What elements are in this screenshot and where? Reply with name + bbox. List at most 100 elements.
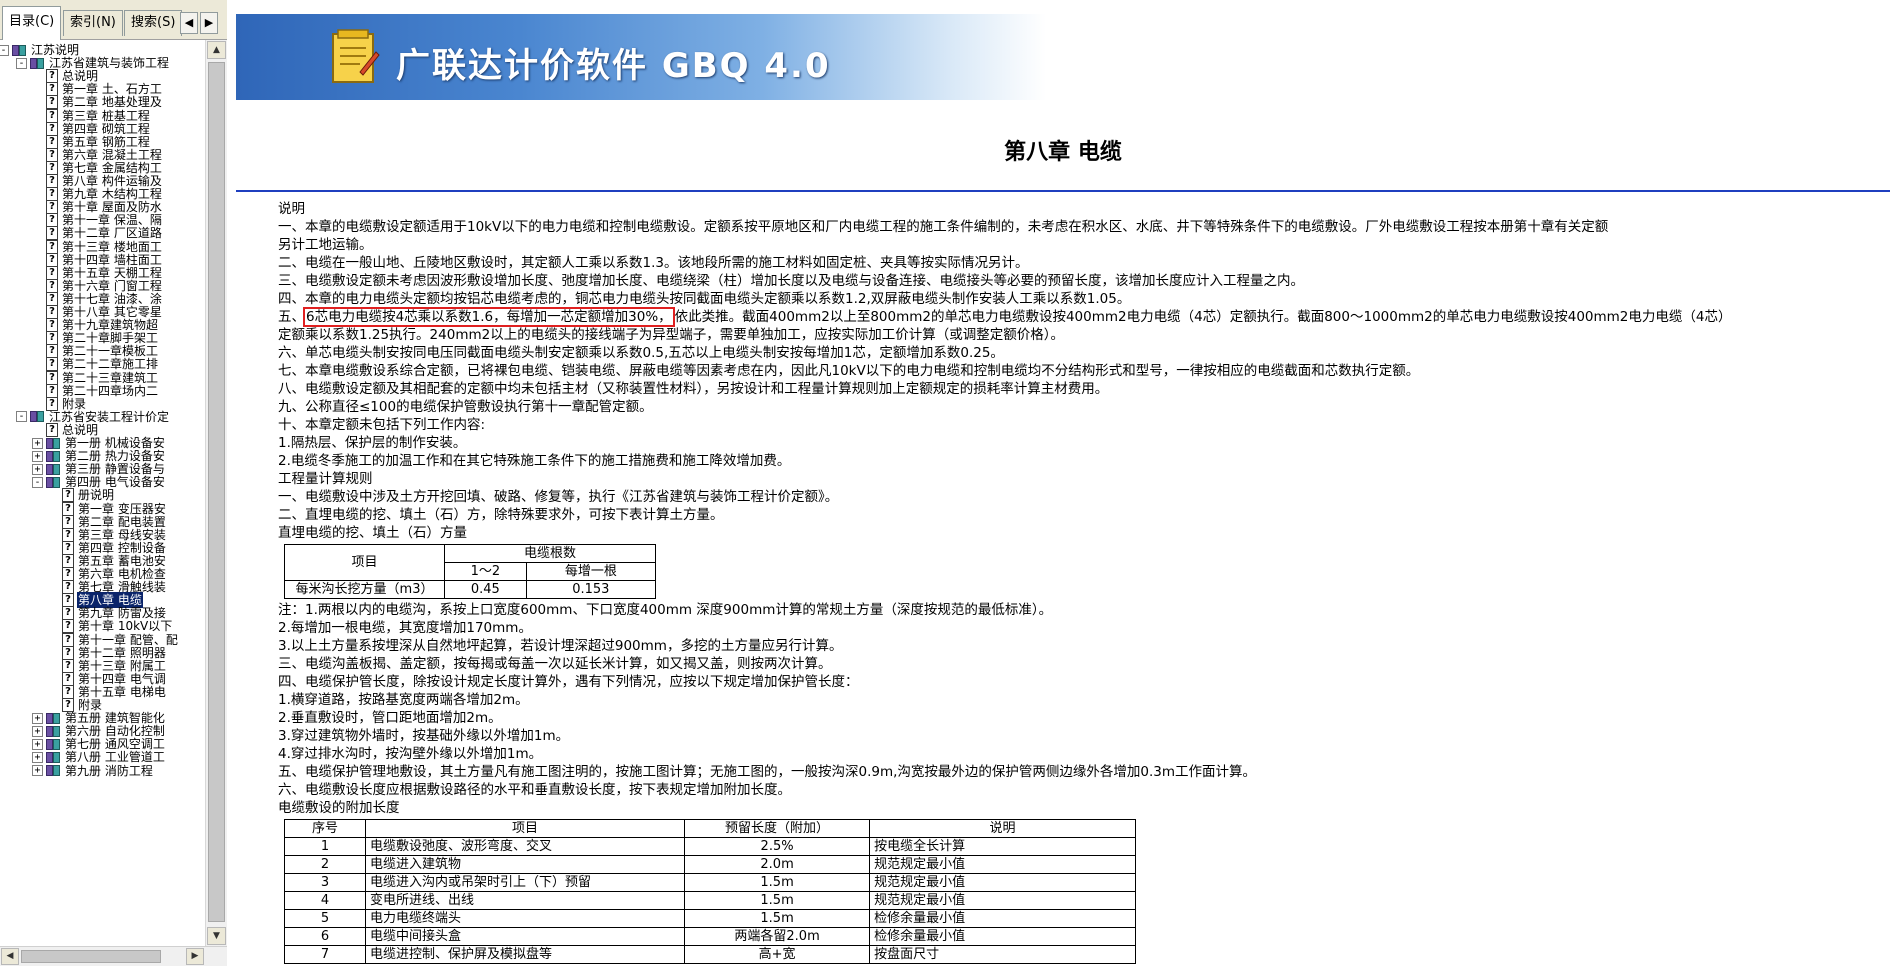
collapse-icon[interactable]: - [16,57,27,69]
expand-icon[interactable]: + [32,738,43,750]
expand-icon[interactable]: + [32,450,43,462]
tree-vertical-scrollbar[interactable]: ▲ ▼ [205,40,227,946]
table-header-cell: 项目 [284,544,445,581]
doc-line: 一、电缆敷设中涉及土方开挖回填、破路、修复等，执行《江苏省建筑与装饰工程计价定额… [278,489,839,505]
scroll-left-icon[interactable]: ◀ [1,948,19,965]
table-cell: 检修余量最小值 [869,927,1136,946]
table-cell: 电缆进入沟内或吊架时引上（下）预留 [364,873,686,892]
table-row: 6 电缆中间接头盒 两端各留2.0m 检修余量最小值 [284,927,1136,946]
title-divider [236,190,1890,192]
doc-line: 十、本章定额未包括下列工作内容: [278,417,486,433]
notepad-logo-icon [332,29,380,83]
doc-line: 2.垂直敷设时，管口距地面增加2m。 [278,710,502,726]
tab-contents[interactable]: 目录(C) [2,6,62,40]
collapse-icon[interactable]: - [16,411,27,423]
scroll-up-icon[interactable]: ▲ [207,41,226,59]
collapse-icon[interactable]: - [32,476,43,488]
doc-line: 注：1.两根以内的电缆沟，系按上口宽度600mm、下口宽度400mm 深度900… [278,602,1053,618]
book-icon [46,476,61,489]
table-cell: 电力电缆终端头 [364,909,686,928]
table-cell: 4 [284,891,366,910]
doc-line: 3.以上土方量系按埋深从自然地坪起算，若设计埋深超过900mm，多挖的土方量应另… [278,638,843,654]
notes-section-b: 定额乘以系数1.25执行。240mm2以上的电缆头的接线端子为异型端子，需要单独… [278,326,1878,542]
table-cell: 电缆敷设弛度、波形弯度、交叉 [364,837,686,856]
content-pane: 广联达计价软件 GBQ 4.0 第八章 电缆 说明一、本章的电缆敷设定额适用于1… [236,0,1903,966]
doc-line: 四、本章的电力电缆头定额均按铝芯电缆考虑的，铜芯电力电缆头按同截面电缆头定额乘以… [278,291,1131,307]
highlighted-text: 6芯电力电缆按4芯乘以系数1.6，每增加一芯定额增加30%， [303,307,675,327]
tree-horizontal-scrollbar[interactable]: ◀ ▶ [0,946,227,966]
table-header-cell: 1～2 [444,562,527,581]
table-cell: 2.5% [684,837,871,856]
chapter-title: 第八章 电缆 [1004,140,1122,165]
nav-tab-strip: 目录(C) 索引(N) 搜索(S) ◀ ▶ [0,0,227,40]
table-cell: 规范规定最小值 [869,891,1136,910]
table-cell: 2 [284,855,366,874]
table-cell: 7 [284,945,366,964]
table-cell: 按盘面尺寸 [869,945,1136,964]
scroll-down-icon[interactable]: ▼ [207,927,226,945]
table-cell: 1.5m [684,909,871,928]
contents-tree: - 江苏说明 - 江苏省建筑与装饰工程? 总说明? 第一章 土、石方工? 第二章 地基处理及… [0,40,205,946]
tree-item[interactable]: + 第九册 消防工程 [32,763,154,779]
table-row: 每米沟长挖方量（m3） 0.45 0.153 [284,580,657,599]
table-cell: 1.5m [684,891,871,910]
table-header-cell: 序号 [284,819,366,838]
doc-line: 说明 [278,201,305,217]
table-cell: 3 [284,873,366,892]
doc-line: 4.穿过排水沟时，按沟壁外缘以外增加1m。 [278,746,543,762]
tab-scroll-right-icon[interactable]: ▶ [200,12,218,34]
table-cell: 每米沟长挖方量（m3） [284,580,445,599]
document-body: 说明一、本章的电缆敷设定额适用于10kV以下的电力电缆和控制电缆敷设。定额系按平… [278,200,1878,964]
tab-search[interactable]: 搜索(S) [124,10,183,36]
table-header-cell: 电缆根数 [444,544,656,563]
scroll-right-icon[interactable]: ▶ [186,948,204,965]
expand-icon[interactable]: + [32,712,43,724]
doc-line: 五、电缆保护管理地敷设，其土方量凡有施工图注明的，按施工图计算；无施工图的，一般… [278,764,1257,780]
expand-icon[interactable]: + [32,751,43,763]
doc-line: 六、单芯电缆头制安按同电压同截面电缆头制安定额乘以系数0.5,五芯以上电缆头制安… [278,345,1004,361]
doc-line: 三、电缆敷设定额未考虑因波形敷设增加长度、弛度增加长度、电缆绕梁（柱）增加长度以… [278,273,1304,289]
table-row: 2 电缆进入建筑物 2.0m 规范规定最小值 [284,855,1136,874]
doc-line: 2.每增加一根电缆，其宽度增加170mm。 [278,620,532,636]
book-icon [30,410,45,423]
doc-line: 四、电缆保护管长度，除按设计规定长度计算外，遇有下列情况，应按以下规定增加保护管… [278,674,859,690]
scroll-thumb[interactable] [208,62,225,922]
table-cell: 电缆进控制、保护屏及模拟盘等 [364,945,686,964]
excavation-table: 项目 电缆根数 1～2 每增一根 每米沟长挖方量（m3） 0.45 0.153 [284,544,657,599]
doc-line: 七、本章电缆敷设系综合定额，已将裸包电缆、铠装电缆、屏蔽电缆等因素考虑在内，因此… [278,363,1420,379]
tab-scroll-left-icon[interactable]: ◀ [180,12,198,34]
table-cell: 高+宽 [684,945,871,964]
tree-item-label: 第九册 消防工程 [65,763,153,778]
navigation-pane: 目录(C) 索引(N) 搜索(S) ◀ ▶ - 江苏说明 - 江苏省建筑与装饰工程? 总… [0,0,227,966]
expand-icon[interactable]: + [32,765,43,776]
expand-icon[interactable]: + [32,725,43,737]
table-row: 5 电力电缆终端头 1.5m 检修余量最小值 [284,909,1136,928]
tab-index[interactable]: 索引(N) [63,10,123,36]
notes-section-c: 注：1.两根以内的电缆沟，系按上口宽度600mm、下口宽度400mm 深度900… [278,601,1878,817]
expand-icon[interactable]: + [32,437,43,449]
doc-line: 另计工地运输。 [278,237,373,253]
table-cell: 1.5m [684,873,871,892]
table-row: 3 电缆进入沟内或吊架时引上（下）预留 1.5m 规范规定最小值 [284,873,1136,892]
doc-line: 一、本章的电缆敷设定额适用于10kV以下的电力电缆和控制电缆敷设。定额系按平原地… [278,219,1609,235]
table-header-cell: 说明 [869,819,1136,838]
doc-line: 1.横穿道路，按路基宽度两端各增加2m。 [278,692,529,708]
table-cell: 2.0m [684,855,871,874]
doc-line: 二、电缆在一般山地、丘陵地区敷设时，其定额人工乘以系数1.3。该地段所需的施工材… [278,255,1029,271]
doc-line: 2.电缆冬季施工的加温工作和在其它特殊施工条件下的施工措施费和施工降效增加费。 [278,453,791,469]
table-cell: 变电所进线、出线 [364,891,686,910]
hscroll-thumb[interactable] [21,950,161,963]
table-row: 7 电缆进控制、保护屏及模拟盘等 高+宽 按盘面尺寸 [284,945,1136,964]
table-cell: 按电缆全长计算 [869,837,1136,856]
book-icon [30,57,45,70]
table-header-cell: 每增一根 [525,562,657,581]
table-cell: 1 [284,837,366,856]
table-cell: 5 [284,909,366,928]
doc-line: 定额乘以系数1.25执行。240mm2以上的电缆头的接线端子为异型端子，需要单独… [278,327,1064,343]
collapse-icon[interactable]: - [0,44,9,56]
banner-title: 广联达计价软件 GBQ 4.0 [396,46,831,86]
doc-line: 九、公称直径≤100的电缆保护管敷设执行第十一章配管定额。 [278,399,653,415]
doc-line: 八、电缆敷设定额及其相配套的定额中均未包括主材（又称装置性材料），另按设计和工程… [278,381,1109,397]
expand-icon[interactable]: + [32,463,43,475]
product-banner: 广联达计价软件 GBQ 4.0 [236,14,1046,100]
